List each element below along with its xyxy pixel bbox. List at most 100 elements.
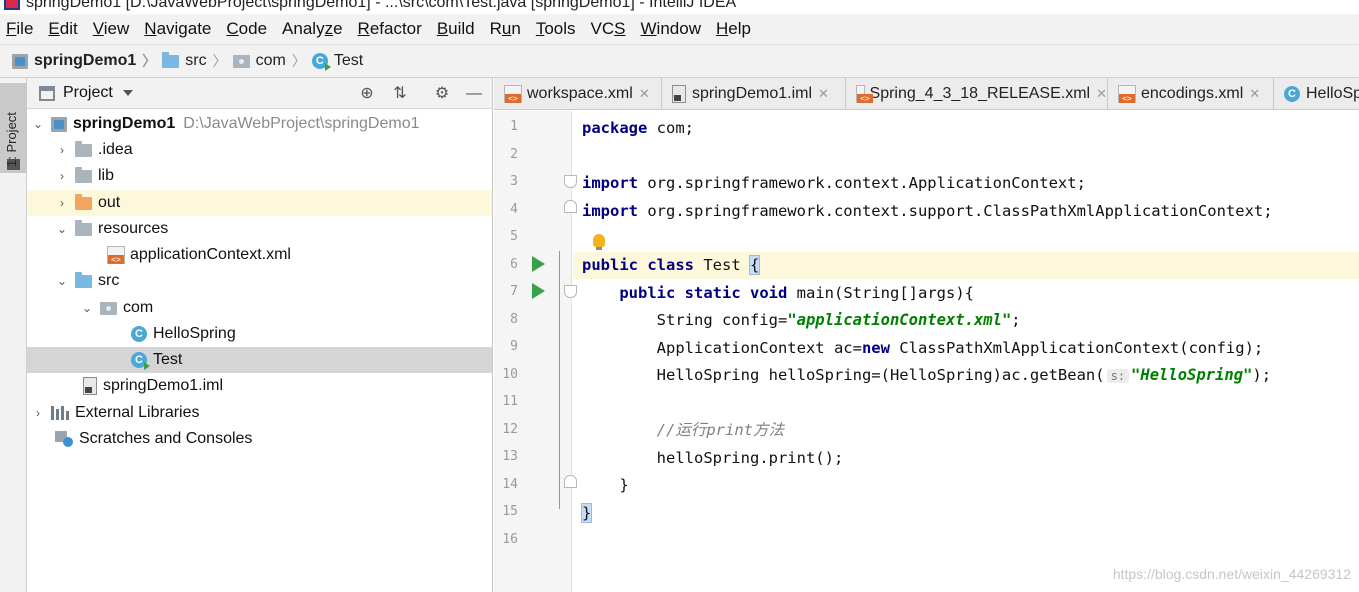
xml-file-icon bbox=[107, 246, 125, 264]
code-line-9: ApplicationContext ac=new ClassPathXmlAp… bbox=[582, 339, 1264, 357]
line-number: 12 bbox=[502, 422, 518, 437]
code-line-4: import org.springframework.context.suppo… bbox=[582, 202, 1273, 220]
menu-tools[interactable]: Tools bbox=[536, 19, 576, 39]
gear-icon[interactable]: ⚙ bbox=[432, 84, 452, 104]
project-tool-tab[interactable]: 1: Project bbox=[0, 83, 27, 173]
matched-brace: { bbox=[748, 255, 761, 275]
tool-window-strip: 1: Project bbox=[0, 78, 27, 592]
tree-item-idea[interactable]: › .idea bbox=[27, 137, 492, 163]
editor-tabs: workspace.xml ✕ springDemo1.iml ✕ Spring… bbox=[494, 78, 1359, 110]
line-number: 2 bbox=[510, 147, 518, 162]
code-area[interactable]: package com; import org.springframework.… bbox=[573, 111, 1359, 592]
menu-run[interactable]: Run bbox=[490, 19, 521, 39]
source-folder-icon bbox=[75, 271, 92, 288]
intellij-app-icon bbox=[4, 0, 20, 10]
run-class-icon[interactable] bbox=[532, 256, 545, 272]
line-number: 10 bbox=[502, 367, 518, 382]
menu-code[interactable]: Code bbox=[226, 19, 267, 39]
chevron-down-icon[interactable]: ⌄ bbox=[55, 274, 69, 288]
code-line-6: public class Test { bbox=[573, 252, 1359, 279]
tree-item-lib[interactable]: › lib bbox=[27, 163, 492, 189]
tab-springdemo1-iml[interactable]: springDemo1.iml ✕ bbox=[662, 78, 846, 109]
tree-item-test[interactable]: C Test bbox=[27, 347, 492, 373]
menu-bar: File Edit View Navigate Code Analyze Ref… bbox=[0, 14, 1359, 44]
close-icon[interactable]: ✕ bbox=[1096, 86, 1107, 102]
menu-edit[interactable]: Edit bbox=[48, 19, 77, 39]
tree-item-external-libraries[interactable]: › External Libraries bbox=[27, 400, 492, 426]
code-line-12: //运行print方法 bbox=[656, 421, 784, 439]
breadcrumb: springDemo1 〉 src 〉 com 〉 C Test bbox=[0, 44, 1359, 78]
module-icon bbox=[12, 53, 28, 69]
run-main-icon[interactable] bbox=[532, 283, 545, 299]
code-line-13: helloSpring.print(); bbox=[582, 449, 844, 467]
chevron-down-icon[interactable]: ⌄ bbox=[31, 117, 45, 131]
chevron-down-icon[interactable] bbox=[122, 90, 133, 96]
chevron-down-icon[interactable]: ⌄ bbox=[55, 222, 69, 236]
editor-gutter: 1 2 3 4 5 6 7 8 9 10 11 12 13 14 15 16 bbox=[494, 111, 577, 592]
menu-build[interactable]: Build bbox=[437, 19, 475, 39]
tab-encodings-xml[interactable]: encodings.xml ✕ bbox=[1108, 78, 1274, 109]
menu-vcs[interactable]: VCS bbox=[591, 19, 626, 39]
locate-target-icon[interactable]: ⊕ bbox=[357, 84, 377, 104]
line-number: 8 bbox=[510, 312, 518, 327]
close-icon[interactable]: ✕ bbox=[1249, 86, 1260, 102]
collapse-all-icon[interactable]: ⇅ bbox=[390, 84, 410, 104]
close-icon[interactable]: ✕ bbox=[818, 86, 829, 102]
tree-item-resources[interactable]: ⌄ resources bbox=[27, 216, 492, 242]
line-number: 16 bbox=[502, 532, 518, 547]
breadcrumb-test[interactable]: C Test bbox=[311, 52, 363, 71]
project-view-selector[interactable]: Project bbox=[63, 84, 113, 102]
line-number: 13 bbox=[502, 449, 518, 464]
menu-window[interactable]: Window bbox=[641, 19, 701, 39]
chevron-right-icon: 〉 bbox=[212, 53, 227, 69]
runnable-class-icon: C bbox=[311, 53, 331, 71]
package-icon bbox=[100, 301, 117, 315]
iml-file-icon bbox=[672, 85, 686, 103]
tab-hellospring[interactable]: C HelloSp bbox=[1274, 78, 1359, 109]
close-icon[interactable]: ✕ bbox=[639, 86, 650, 102]
breadcrumb-src[interactable]: src 〉 bbox=[162, 51, 232, 71]
project-panel-header: Project ⊕ ⇅ ⚙ — bbox=[27, 78, 492, 109]
tree-item-src[interactable]: ⌄ src bbox=[27, 268, 492, 294]
xml-file-icon bbox=[1118, 85, 1136, 103]
tab-workspace-xml[interactable]: workspace.xml ✕ bbox=[494, 78, 662, 109]
folder-excluded-icon bbox=[75, 193, 92, 210]
menu-file[interactable]: File bbox=[6, 19, 33, 39]
code-line-3: import org.springframework.context.Appli… bbox=[582, 174, 1086, 192]
source-folder-icon bbox=[162, 51, 180, 68]
code-line-1: package com; bbox=[582, 119, 694, 137]
tree-item-springdemo1[interactable]: ⌄ springDemo1 D:\JavaWebProject\springDe… bbox=[27, 111, 492, 137]
code-line-15: } bbox=[573, 500, 1359, 527]
breadcrumb-project[interactable]: springDemo1 〉 bbox=[12, 51, 162, 71]
menu-help[interactable]: Help bbox=[716, 19, 751, 39]
chevron-down-icon[interactable]: ⌄ bbox=[80, 301, 94, 315]
tree-item-applicationcontext-xml[interactable]: applicationContext.xml bbox=[27, 242, 492, 268]
tree-item-springdemo1-iml[interactable]: springDemo1.iml bbox=[27, 373, 492, 399]
iml-file-icon bbox=[83, 377, 97, 395]
tree-item-scratches[interactable]: Scratches and Consoles bbox=[27, 426, 492, 452]
menu-view[interactable]: View bbox=[93, 19, 130, 39]
menu-navigate[interactable]: Navigate bbox=[144, 19, 211, 39]
hide-panel-icon[interactable]: — bbox=[464, 84, 484, 104]
menu-refactor[interactable]: Refactor bbox=[358, 19, 422, 39]
tab-spring-library-xml[interactable]: Spring_4_3_18_RELEASE.xml ✕ bbox=[846, 78, 1108, 109]
tree-item-com[interactable]: ⌄ com bbox=[27, 295, 492, 321]
folder-icon bbox=[75, 166, 92, 183]
chevron-right-icon[interactable]: › bbox=[55, 169, 69, 183]
watermark: https://blog.csdn.net/weixin_44269312 bbox=[1112, 566, 1351, 582]
folder-icon bbox=[75, 140, 92, 157]
code-line-14: } bbox=[582, 476, 629, 494]
window-title: springDemo1 [D:\JavaWebProject\springDem… bbox=[26, 0, 737, 11]
menu-analyze[interactable]: Analyze bbox=[282, 19, 343, 39]
tree-item-out[interactable]: › out bbox=[27, 190, 492, 216]
breadcrumb-com[interactable]: com 〉 bbox=[232, 51, 312, 71]
chevron-right-icon[interactable]: › bbox=[31, 406, 45, 420]
line-number: 7 bbox=[510, 284, 518, 299]
runnable-class-icon: C bbox=[131, 352, 150, 370]
chevron-right-icon[interactable]: › bbox=[55, 196, 69, 210]
chevron-right-icon[interactable]: › bbox=[55, 143, 69, 157]
tree-item-hellospring[interactable]: C HelloSpring bbox=[27, 321, 492, 347]
code-line-10: HelloSpring helloSpring=(HelloSpring)ac.… bbox=[582, 366, 1272, 384]
class-icon: C bbox=[131, 326, 147, 342]
scratches-icon bbox=[55, 431, 73, 447]
